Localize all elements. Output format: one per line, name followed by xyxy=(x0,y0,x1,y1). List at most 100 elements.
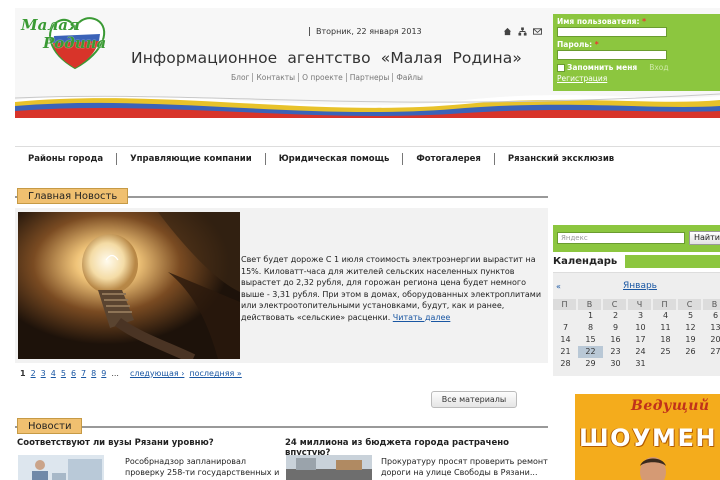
light-bulb-image xyxy=(18,212,240,359)
username-input[interactable] xyxy=(557,27,667,37)
nav-item-districts[interactable]: Районы города xyxy=(15,153,116,165)
pager-page-3[interactable]: 3 xyxy=(41,369,46,378)
username-label: Имя пользователя: * xyxy=(557,17,647,26)
mail-icon[interactable] xyxy=(533,27,542,36)
calendar-day[interactable]: 16 xyxy=(603,334,628,346)
search-input[interactable]: Яндекс xyxy=(557,232,685,244)
calendar-day-today[interactable]: 22 xyxy=(578,346,603,358)
calendar-day[interactable]: 9 xyxy=(603,322,628,334)
logo-text: Малая Родина xyxy=(21,16,106,52)
sitemap-icon[interactable] xyxy=(518,27,527,36)
calendar-day[interactable]: 28 xyxy=(553,358,578,370)
nav-item-gallery[interactable]: Фотогалерея xyxy=(402,152,494,165)
main-news-photo[interactable] xyxy=(18,212,240,359)
calendar-day[interactable]: 2 xyxy=(603,310,628,322)
calendar-day[interactable]: 5 xyxy=(678,310,703,322)
calendar: « Январь П В С Ч П С В 1 2 3 4 5 6 7 8 9… xyxy=(553,272,720,376)
sublink-blog[interactable]: Блог xyxy=(231,73,252,82)
calendar-day[interactable]: 21 xyxy=(553,346,578,358)
calendar-day[interactable]: 20 xyxy=(703,334,720,346)
pager-page-8[interactable]: 8 xyxy=(91,369,96,378)
calendar-header-bar xyxy=(625,255,720,268)
weekday: В xyxy=(578,299,603,310)
nav-item-exclusive[interactable]: Рязанский эксклюзив xyxy=(493,152,627,165)
pager-page-2[interactable]: 2 xyxy=(31,369,36,378)
sublink-contacts[interactable]: Контакты xyxy=(252,73,298,82)
news-item-thumbnail[interactable] xyxy=(286,455,372,480)
calendar-day[interactable]: 27 xyxy=(703,346,720,358)
calendar-day[interactable] xyxy=(703,358,720,370)
calendar-day[interactable]: 1 xyxy=(578,310,603,322)
nav-item-legal[interactable]: Юридическая помощь xyxy=(264,152,403,165)
calendar-day[interactable]: 17 xyxy=(628,334,653,346)
calendar-day[interactable] xyxy=(553,310,578,322)
calendar-weekdays: П В С Ч П С В xyxy=(553,299,720,310)
search-button[interactable]: Найти xyxy=(689,231,720,245)
section-divider xyxy=(15,426,548,428)
calendar-day[interactable]: 13 xyxy=(703,322,720,334)
pager-last[interactable]: последняя » xyxy=(189,369,241,378)
weekday: П xyxy=(653,299,678,310)
register-link[interactable]: Регистрация xyxy=(557,74,716,83)
pager: 1 2 3 4 5 6 7 8 9 ... следующая › послед… xyxy=(20,369,242,378)
sublink-files[interactable]: Файлы xyxy=(392,73,426,82)
news-item-thumbnail[interactable] xyxy=(18,455,104,480)
main-news-box: Свет будет дороже С 1 июля стоимость эле… xyxy=(15,208,548,363)
calendar-day[interactable]: 11 xyxy=(653,322,678,334)
calendar-day[interactable]: 31 xyxy=(628,358,653,370)
calendar-day[interactable] xyxy=(678,358,703,370)
weekday: В xyxy=(703,299,720,310)
remember-label: Запомнить меня xyxy=(567,63,638,72)
calendar-day[interactable]: 10 xyxy=(628,322,653,334)
calendar-day[interactable]: 19 xyxy=(678,334,703,346)
calendar-day[interactable]: 14 xyxy=(553,334,578,346)
calendar-day[interactable]: 6 xyxy=(703,310,720,322)
read-more-link[interactable]: Читать далее xyxy=(393,313,451,322)
calendar-week: 21 22 23 24 25 26 27 xyxy=(553,346,720,358)
calendar-day[interactable]: 26 xyxy=(678,346,703,358)
calendar-day[interactable]: 7 xyxy=(553,322,578,334)
calendar-month[interactable]: Январь xyxy=(623,281,657,291)
login-button[interactable]: Вход xyxy=(649,63,668,72)
news-item-title[interactable]: Соответствуют ли вузы Рязани уровню? xyxy=(17,438,282,448)
calendar-day[interactable]: 15 xyxy=(578,334,603,346)
weekday: С xyxy=(603,299,628,310)
remember-checkbox[interactable] xyxy=(557,63,565,72)
news-item-text: Прокуратуру просят проверить ремонт доро… xyxy=(381,457,548,477)
password-input[interactable] xyxy=(557,50,667,60)
weekday: Ч xyxy=(628,299,653,310)
pager-page-6[interactable]: 6 xyxy=(71,369,76,378)
calendar-day[interactable]: 12 xyxy=(678,322,703,334)
top-icons xyxy=(503,27,542,36)
calendar-day[interactable]: 8 xyxy=(578,322,603,334)
calendar-day[interactable]: 29 xyxy=(578,358,603,370)
calendar-day[interactable]: 23 xyxy=(603,346,628,358)
calendar-prev[interactable]: « xyxy=(556,282,561,291)
calendar-day[interactable]: 24 xyxy=(628,346,653,358)
pager-page-7[interactable]: 7 xyxy=(81,369,86,378)
sublink-partners[interactable]: Партнеры xyxy=(345,73,393,82)
calendar-day[interactable]: 18 xyxy=(653,334,678,346)
weekday: П xyxy=(553,299,578,310)
showman-banner[interactable]: Ведущий ШОУМЕН xyxy=(575,394,720,480)
pager-page-4[interactable]: 4 xyxy=(51,369,56,378)
weekday: С xyxy=(678,299,703,310)
pager-next[interactable]: следующая › xyxy=(130,369,184,378)
main-news-body: Свет будет дороже С 1 июля стоимость эле… xyxy=(241,255,542,322)
calendar-day[interactable]: 3 xyxy=(628,310,653,322)
news-tab: Новости xyxy=(17,418,83,434)
calendar-week: 28 29 30 31 xyxy=(553,358,720,370)
calendar-day[interactable]: 25 xyxy=(653,346,678,358)
pager-page-9[interactable]: 9 xyxy=(101,369,106,378)
calendar-day[interactable]: 4 xyxy=(653,310,678,322)
showman-photo xyxy=(640,457,666,480)
all-materials-button[interactable]: Все материалы xyxy=(431,391,517,408)
nav-item-management[interactable]: Управляющие компании xyxy=(116,152,265,165)
site-logo[interactable]: Малая Родина xyxy=(17,10,127,72)
calendar-day[interactable] xyxy=(653,358,678,370)
classroom-image xyxy=(18,455,104,480)
home-icon[interactable] xyxy=(503,27,512,36)
pager-page-5[interactable]: 5 xyxy=(61,369,66,378)
calendar-day[interactable]: 30 xyxy=(603,358,628,370)
sublink-about[interactable]: О проекте xyxy=(298,73,346,82)
